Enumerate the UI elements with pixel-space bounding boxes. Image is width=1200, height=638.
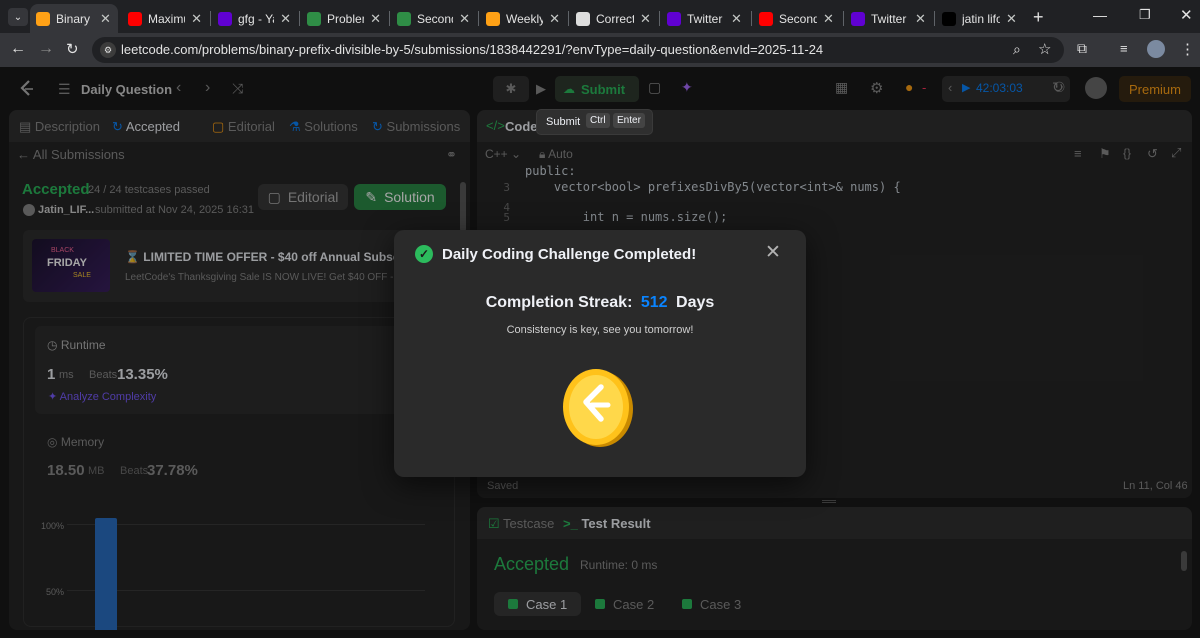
back-arrow-icon[interactable]: ←	[10, 40, 26, 58]
media-control-icon[interactable]: ≡	[1120, 41, 1128, 56]
close-tab-icon[interactable]: ✕	[823, 11, 834, 27]
browser-tab[interactable]: Second ✕	[753, 4, 841, 33]
browser-tab-title: Weekly	[506, 11, 544, 26]
gfg-icon	[307, 11, 321, 26]
tab-separator	[568, 11, 569, 26]
browser-tab[interactable]: Binary Pr ✕	[30, 4, 118, 33]
yahoo-icon	[851, 11, 865, 26]
gfg-icon	[397, 11, 411, 26]
new-tab-button[interactable]: +	[1033, 7, 1044, 28]
tab-separator	[751, 11, 752, 26]
close-tab-icon[interactable]: ✕	[100, 11, 111, 27]
tooltip-key-enter: Enter	[613, 113, 645, 128]
bookmark-star-icon[interactable]: ☆	[1038, 40, 1051, 58]
forward-arrow-icon[interactable]: →	[38, 40, 54, 58]
browser-tab-title: gfg - Yal	[238, 11, 274, 26]
close-tab-icon[interactable]: ✕	[1006, 11, 1017, 27]
streak-unit: Days	[676, 294, 715, 311]
url-text[interactable]: leetcode.com/problems/binary-prefix-divi…	[121, 42, 823, 57]
youtube-icon	[759, 11, 773, 26]
reload-icon[interactable]: ↻	[66, 40, 79, 58]
streak-modal: ✓ Daily Coding Challenge Completed! ✕ Co…	[394, 230, 806, 477]
close-tab-icon[interactable]: ✕	[731, 11, 742, 27]
browser-tab-title: Twitter	[687, 11, 723, 26]
yahoo-icon	[218, 11, 232, 26]
chatgpt-icon	[576, 11, 590, 26]
zoom-icon[interactable]: ⌕	[1013, 41, 1021, 58]
streak-value: 512	[640, 294, 668, 311]
close-tab-icon[interactable]: ✕	[640, 11, 651, 27]
browser-tab[interactable]: Weekly ✕	[480, 4, 566, 33]
tab-separator	[934, 11, 935, 26]
tab-separator	[843, 11, 844, 26]
tab-separator	[389, 11, 390, 26]
browser-tab-title: Second	[417, 11, 453, 26]
youtube-icon	[128, 11, 142, 26]
close-tab-icon[interactable]: ✕	[280, 11, 291, 27]
browser-tab[interactable]: gfg - Yal ✕	[212, 4, 297, 33]
close-tab-icon[interactable]: ✕	[191, 11, 202, 27]
success-check-icon: ✓	[415, 245, 433, 263]
browser-tab-title: Maximu	[148, 11, 185, 26]
minimize-button[interactable]: —	[1093, 7, 1107, 23]
browser-tab-bar: ⌄ Binary Pr✕Maximu✕gfg - Yal✕Problem✕Sec…	[0, 0, 1200, 33]
browser-tab[interactable]: Correct ✕	[570, 4, 657, 33]
browser-tab[interactable]: Twitter ✕	[661, 4, 749, 33]
close-tab-icon[interactable]: ✕	[370, 11, 381, 27]
browser-tab-title: jatin lifo	[962, 11, 1000, 26]
site-info-icon[interactable]: ⚙	[100, 42, 116, 58]
browser-tab[interactable]: Maximu ✕	[122, 4, 208, 33]
close-tab-icon[interactable]: ✕	[459, 11, 470, 27]
restore-button[interactable]: ❐	[1139, 7, 1151, 23]
close-icon[interactable]: ✕	[765, 241, 781, 264]
tab-separator	[299, 11, 300, 26]
browser-tab-title: Binary Pr	[56, 11, 94, 26]
browser-tab-title: Twitter	[871, 11, 907, 26]
x-icon	[942, 11, 956, 26]
submit-tooltip: Submit Ctrl Enter	[536, 109, 653, 135]
tooltip-label: Submit	[546, 116, 581, 128]
browser-tab-title: Second	[779, 11, 817, 26]
yahoo-icon	[667, 11, 681, 26]
leetcode-coin-icon	[563, 369, 633, 447]
streak-line: Completion Streak: 512 Days	[394, 294, 806, 312]
tab-separator	[210, 11, 211, 26]
close-tab-icon[interactable]: ✕	[915, 11, 926, 27]
browser-tab[interactable]: jatin lifo ✕	[936, 4, 1024, 33]
tab-separator	[478, 11, 479, 26]
close-window-button[interactable]: ✕	[1180, 6, 1193, 24]
leetcode-icon	[36, 11, 50, 26]
leetcode-icon	[486, 11, 500, 26]
tooltip-key-ctrl: Ctrl	[586, 113, 610, 128]
browser-tab[interactable]: Problem ✕	[301, 4, 387, 33]
tab-search-button[interactable]: ⌄	[8, 8, 28, 26]
browser-menu-icon[interactable]: ⋮	[1180, 40, 1195, 58]
browser-tab[interactable]: Twitter ✕	[845, 4, 932, 33]
close-tab-icon[interactable]: ✕	[549, 11, 560, 27]
profile-avatar[interactable]	[1147, 40, 1165, 58]
browser-tab-title: Correct	[596, 11, 634, 26]
modal-title: Daily Coding Challenge Completed!	[442, 246, 697, 263]
modal-message: Consistency is key, see you tomorrow!	[506, 324, 694, 336]
streak-label: Completion Streak:	[485, 294, 633, 311]
browser-tab[interactable]: Second ✕	[391, 4, 476, 33]
tab-separator	[659, 11, 660, 26]
extensions-icon[interactable]: ⧉	[1077, 40, 1087, 57]
browser-tab-title: Problem	[327, 11, 364, 26]
